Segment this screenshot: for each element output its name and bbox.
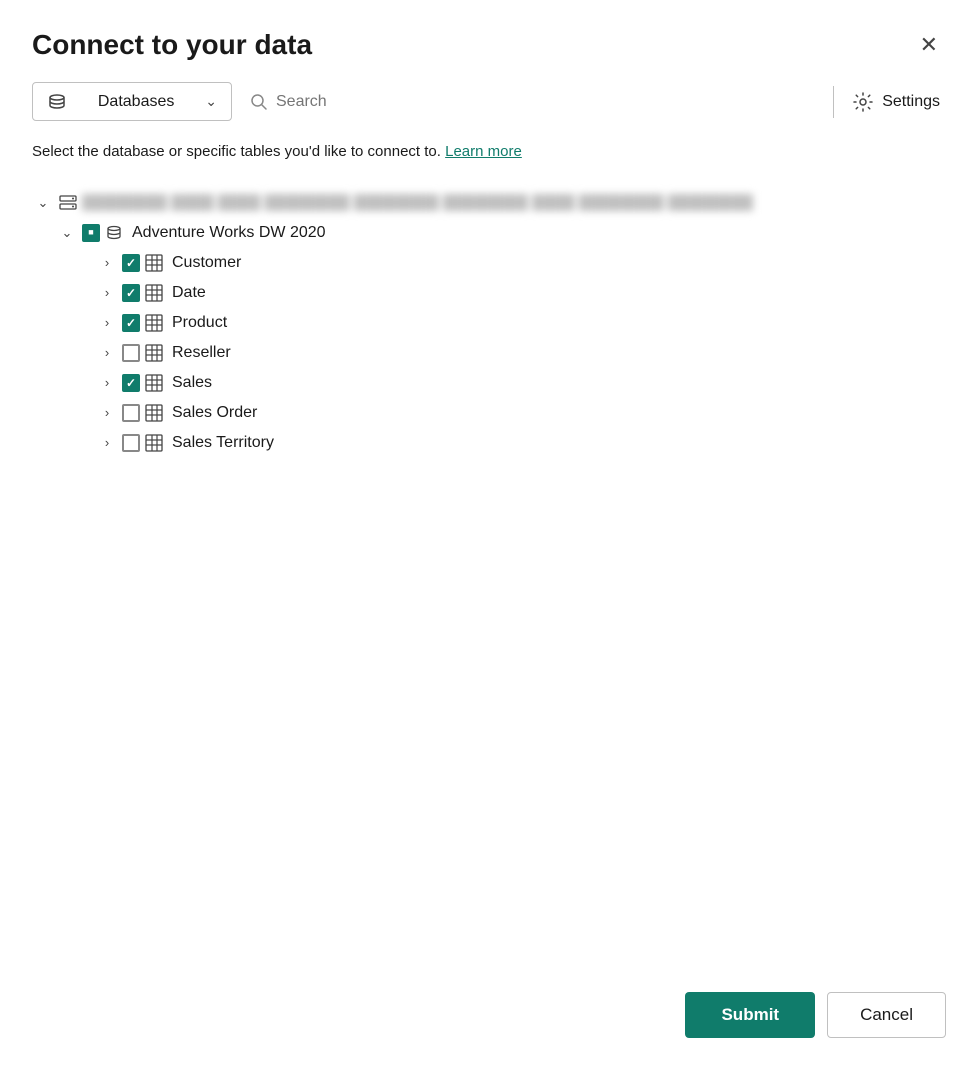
database-icon [47,91,67,112]
table-label: Sales Order [172,404,257,422]
settings-label: Settings [882,93,940,111]
close-button[interactable]: ✕ [912,28,946,62]
table-checkbox[interactable] [122,374,140,392]
table-checkbox[interactable] [122,434,140,452]
dialog-header: Connect to your data ✕ [32,28,946,62]
table-expand-btn[interactable]: › [96,252,118,274]
table-checkbox[interactable] [122,284,140,302]
table-row: › Reseller [32,338,946,368]
table-expand-btn[interactable]: › [96,342,118,364]
table-label: Sales [172,374,212,392]
search-icon [250,93,268,111]
databases-dropdown[interactable]: Databases ⌄ [32,82,232,121]
table-grid-icon [144,253,164,273]
table-row: › Product [32,308,946,338]
table-checkbox[interactable] [122,404,140,422]
table-expand-btn[interactable]: › [96,432,118,454]
server-icon [58,193,78,213]
search-input[interactable] [276,93,803,111]
table-expand-btn[interactable]: › [96,372,118,394]
close-icon: ✕ [920,32,938,58]
table-grid-icon [144,403,164,423]
table-grid-icon [144,433,164,453]
tree-database-item: ⌄ Adventure Works DW 2020 [32,218,946,248]
toolbar: Databases ⌄ Settings [32,82,946,121]
table-row: › Customer [32,248,946,278]
description: Select the database or specific tables y… [32,141,946,164]
db-collapse-btn[interactable]: ⌄ [56,222,78,244]
chevron-down-icon: ⌄ [205,93,217,110]
toolbar-divider [833,86,835,118]
tree-root-item: ⌄ ████████ ████ ████ ████████ ████████ █… [32,188,946,218]
table-checkbox[interactable] [122,254,140,272]
table-checkbox[interactable] [122,314,140,332]
table-label: Customer [172,254,241,272]
table-grid-icon [144,343,164,363]
table-label: Sales Territory [172,434,274,452]
dialog-footer: Submit Cancel [32,976,946,1038]
dropdown-label: Databases [75,93,197,111]
database-node-icon [104,223,124,243]
root-collapse-btn[interactable]: ⌄ [32,192,54,214]
gear-icon [852,90,874,113]
dialog-title: Connect to your data [32,28,312,62]
table-row: › Date [32,278,946,308]
server-label: ████████ ████ ████ ████████ ████████ ███… [82,194,946,211]
table-row: › Sales [32,368,946,398]
table-row: › Sales Order [32,398,946,428]
search-box[interactable] [232,85,821,119]
settings-button[interactable]: Settings [846,82,946,121]
database-label: Adventure Works DW 2020 [132,224,326,242]
cancel-button[interactable]: Cancel [827,992,946,1038]
table-row: › Sales Territory [32,428,946,458]
connect-dialog: Connect to your data ✕ Databases ⌄ [0,0,978,1070]
submit-button[interactable]: Submit [685,992,815,1038]
table-grid-icon [144,373,164,393]
db-checkbox[interactable] [82,224,100,242]
table-expand-btn[interactable]: › [96,282,118,304]
table-grid-icon [144,313,164,333]
table-expand-btn[interactable]: › [96,312,118,334]
learn-more-link[interactable]: Learn more [445,143,522,160]
data-tree: ⌄ ████████ ████ ████ ████████ ████████ █… [32,188,946,936]
table-expand-btn[interactable]: › [96,402,118,424]
table-label: Date [172,284,206,302]
table-label: Product [172,314,227,332]
table-checkbox[interactable] [122,344,140,362]
table-grid-icon [144,283,164,303]
table-label: Reseller [172,344,231,362]
table-rows: › Customer› Date› Product› Reseller› [32,248,946,458]
